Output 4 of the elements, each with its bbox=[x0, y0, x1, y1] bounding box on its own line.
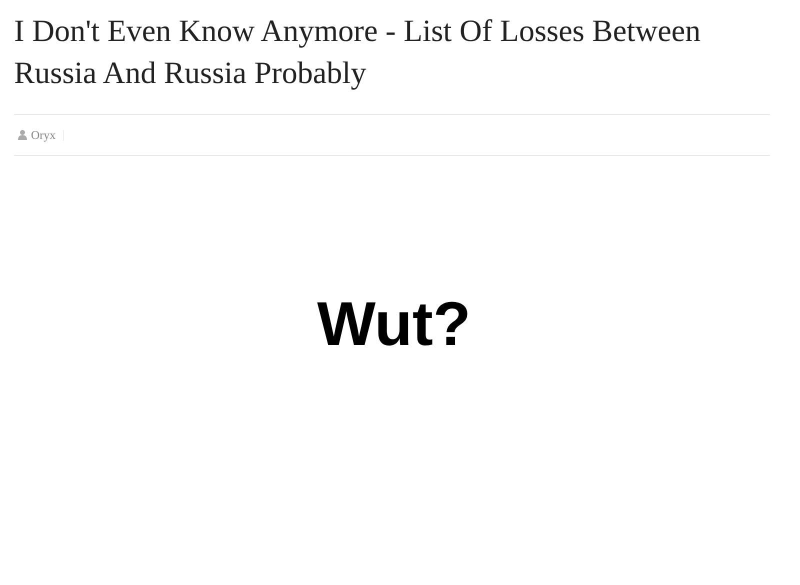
post-title: I Don't Even Know Anymore - List Of Losses Between Russia And Russia Probably bbox=[14, 12, 702, 92]
author-link[interactable]: Oryx bbox=[31, 126, 56, 144]
person-icon bbox=[18, 130, 27, 140]
image-text: Wut? bbox=[316, 288, 471, 360]
